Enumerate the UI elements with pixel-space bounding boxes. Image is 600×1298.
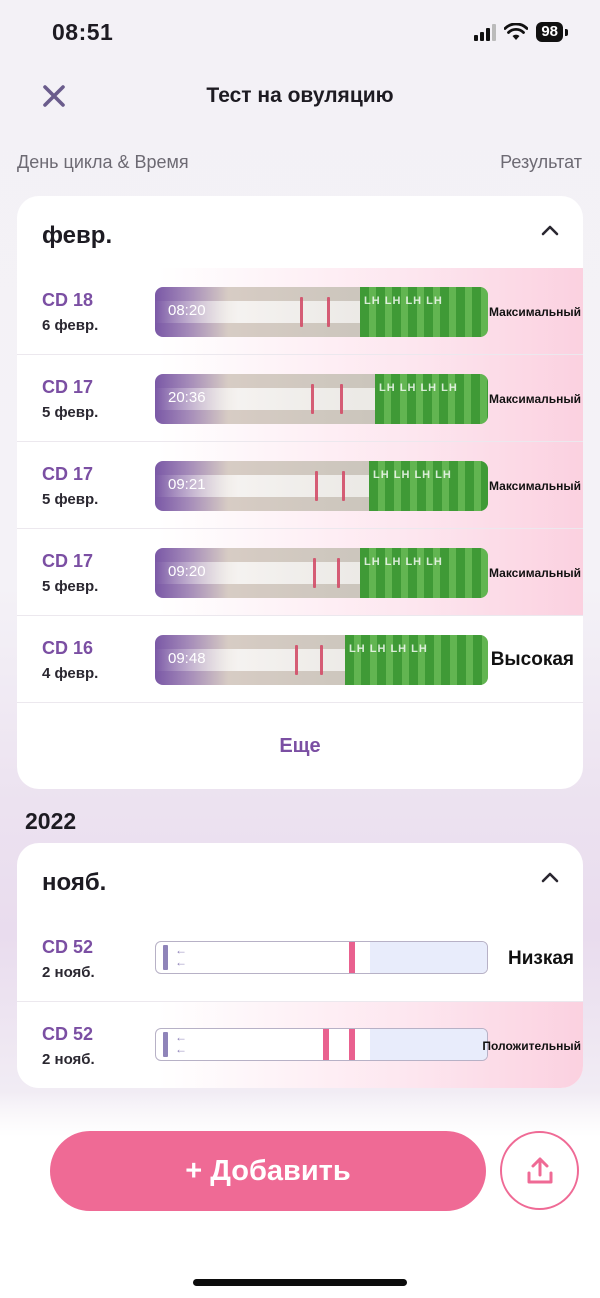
show-more-button[interactable]: Еще (17, 703, 583, 789)
test-row[interactable]: CD 52 2 нояб. ← ← Низкая (17, 915, 583, 1002)
test-date: 5 февр. (42, 491, 99, 508)
test-date: 2 нояб. (42, 1051, 95, 1068)
test-result: Максимальный (489, 565, 581, 580)
battery-icon: 98 (536, 22, 563, 42)
test-date: 5 февр. (42, 578, 99, 595)
status-icons: 98 (474, 22, 568, 42)
status-time: 08:51 (52, 19, 114, 45)
test-date: 5 февр. (42, 404, 99, 421)
test-date: 2 нояб. (42, 964, 95, 981)
chevron-up-icon[interactable] (541, 224, 559, 236)
test-line (295, 645, 298, 675)
test-date: 6 февр. (42, 317, 99, 334)
share-button[interactable] (500, 1131, 579, 1210)
cycle-day: CD 18 (42, 290, 94, 310)
month-card-nov: нояб. CD 52 2 нояб. ← ← Низкая CD 52 2 но… (17, 843, 583, 1088)
photo-time: 08:20 (168, 302, 206, 319)
cycle-day: CD 52 (42, 937, 94, 957)
column-headers: День цикла & Время Результат (17, 152, 582, 173)
test-strip-illustration[interactable]: ← ← (155, 941, 488, 974)
strip-handle (163, 945, 168, 970)
test-photo[interactable]: 09:21 (155, 461, 488, 511)
test-line (323, 1029, 329, 1060)
photo-handle (360, 548, 488, 598)
strip-handle (163, 1032, 168, 1057)
test-line (311, 384, 314, 414)
month-card-feb: февр. CD 18 6 февр. 08:20 Максимальный C… (17, 196, 583, 789)
test-row[interactable]: CD 52 2 нояб. ← ← Положительный (17, 1002, 583, 1088)
column-header-day: День цикла & Время (17, 152, 189, 172)
test-date: 4 февр. (42, 665, 99, 682)
strip-window (370, 942, 487, 973)
control-line (320, 645, 323, 675)
control-line (349, 1029, 355, 1060)
test-line (313, 558, 316, 588)
test-strip-illustration[interactable]: ← ← (155, 1028, 488, 1061)
control-line (327, 297, 330, 327)
test-row[interactable]: CD 16 4 февр. 09:48 Высокая (17, 616, 583, 703)
battery-tip (565, 28, 568, 36)
arrow-left-icon: ← ← (175, 1030, 187, 1056)
test-photo[interactable]: 09:48 (155, 635, 488, 685)
test-row[interactable]: CD 18 6 февр. 08:20 Максимальный (17, 268, 583, 355)
photo-time: 09:48 (168, 650, 206, 667)
share-icon (527, 1157, 552, 1183)
test-result: Высокая (490, 648, 574, 670)
test-result: Низкая (507, 947, 574, 969)
column-header-result: Результат (500, 152, 582, 172)
test-row[interactable]: CD 17 5 февр. 09:21 Максимальный (17, 442, 583, 529)
month-label: февр. (42, 222, 113, 249)
arrow-left-icon: ← ← (175, 943, 187, 969)
photo-handle (375, 374, 488, 424)
photo-time: 09:20 (168, 563, 206, 580)
signal-icon (474, 23, 497, 41)
test-row[interactable]: CD 17 5 февр. 20:36 Максимальный (17, 355, 583, 442)
test-photo[interactable]: 09:20 (155, 548, 488, 598)
year-label: 2022 (25, 808, 77, 834)
cycle-day: CD 17 (42, 377, 94, 397)
add-button[interactable]: + Добавить (50, 1131, 486, 1211)
test-line (315, 471, 318, 501)
test-result: Максимальный (489, 478, 581, 493)
photo-handle (345, 635, 488, 685)
test-row[interactable]: CD 17 5 февр. 09:20 Максимальный (17, 529, 583, 616)
home-indicator (193, 1279, 407, 1286)
status-bar: 08:51 98 (0, 0, 600, 64)
cycle-day: CD 52 (42, 1024, 94, 1044)
test-result: Положительный (482, 1038, 581, 1053)
cycle-day: CD 16 (42, 638, 94, 658)
test-line (300, 297, 303, 327)
photo-time: 09:21 (168, 476, 206, 493)
wifi-icon (504, 23, 529, 40)
test-photo[interactable]: 20:36 (155, 374, 488, 424)
control-line (337, 558, 340, 588)
photo-handle (360, 287, 488, 337)
test-photo[interactable]: 08:20 (155, 287, 488, 337)
control-line (340, 384, 343, 414)
page-title: Тест на овуляцию (206, 84, 394, 107)
strip-window (370, 1029, 487, 1060)
nav-bar: Тест на овуляцию (0, 72, 600, 122)
month-label: нояб. (42, 869, 107, 896)
chevron-up-icon[interactable] (541, 871, 559, 883)
photo-time: 20:36 (168, 389, 206, 406)
photo-handle (369, 461, 488, 511)
month-header[interactable]: нояб. (17, 843, 583, 915)
cycle-day: CD 17 (42, 551, 94, 571)
control-line (342, 471, 345, 501)
cycle-day: CD 17 (42, 464, 94, 484)
test-result: Максимальный (489, 391, 581, 406)
control-line (349, 942, 355, 973)
test-result: Максимальный (489, 304, 581, 319)
month-header[interactable]: февр. (17, 196, 583, 268)
